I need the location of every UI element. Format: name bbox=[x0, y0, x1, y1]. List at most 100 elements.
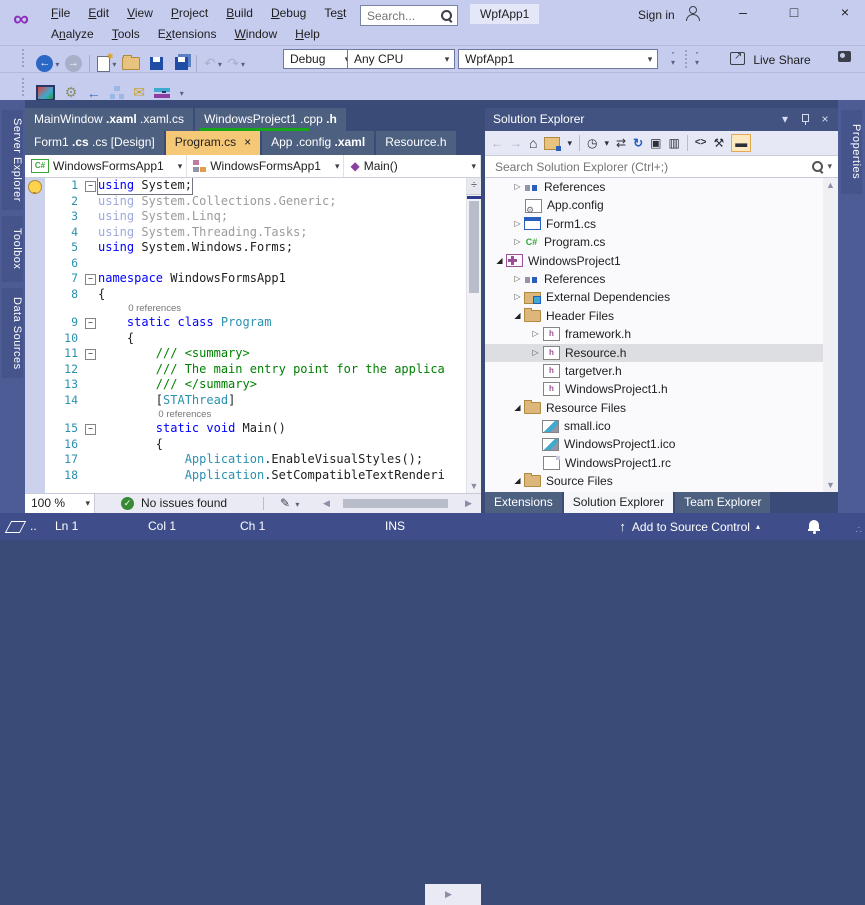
fold-toggle-icon[interactable]: − bbox=[85, 349, 96, 360]
tree-item-program-cs[interactable]: ▷ C# Program.cs bbox=[485, 233, 838, 251]
code-line[interactable]: 18 Application.SetCompatibleTextRenderi bbox=[45, 468, 466, 484]
tree-item-references[interactable]: ▷ References bbox=[485, 178, 838, 196]
class-diagram-button[interactable] bbox=[109, 86, 124, 100]
editor-hscroll-stub[interactable]: ▶ bbox=[425, 884, 481, 905]
scroll-up-icon[interactable]: ▲ bbox=[823, 180, 838, 190]
menu-project[interactable]: Project bbox=[162, 3, 217, 23]
chevron-down-icon[interactable]: ▾ bbox=[567, 135, 572, 151]
pane-options-icon[interactable]: ▾ bbox=[776, 108, 794, 131]
tool-tab-server-explorer[interactable]: Server Explorer bbox=[2, 110, 23, 210]
status-ch-1[interactable]: Ch 1 bbox=[240, 513, 265, 540]
tree-item-windowsproject1-ico[interactable]: WindowsProject1.ico bbox=[485, 435, 838, 453]
status-ins[interactable]: INS bbox=[385, 513, 405, 540]
horizontal-scrollbar-thumb[interactable] bbox=[343, 499, 448, 508]
pane-close-icon[interactable]: × bbox=[816, 108, 834, 131]
close-tab-icon[interactable]: × bbox=[244, 135, 251, 149]
vertical-scrollbar[interactable]: ÷ ▼ bbox=[466, 178, 481, 493]
tree-item-external-dependencies[interactable]: ▷ External Dependencies bbox=[485, 288, 838, 306]
code-line[interactable]: 14 [STAThread] bbox=[45, 393, 466, 409]
collapsed-arrow-icon[interactable]: ▷ bbox=[511, 270, 524, 288]
notifications-bell-icon[interactable] bbox=[808, 520, 820, 534]
code-line[interactable]: 3 using System.Linq; bbox=[45, 209, 466, 225]
tree-item-source-files[interactable]: ◢ Source Files bbox=[485, 472, 838, 490]
code-line[interactable]: 2 using System.Collections.Generic; bbox=[45, 194, 466, 210]
doc-tab-windowsproject1-cpp-h[interactable]: WindowsProject1 .cpp .h bbox=[195, 108, 346, 131]
tree-item-header-files[interactable]: ◢ Header Files bbox=[485, 307, 838, 325]
tree-item-targetver-h[interactable]: h targetver.h bbox=[485, 362, 838, 380]
code-line[interactable]: 17 Application.EnableVisualStyles(); bbox=[45, 452, 466, 468]
home-icon[interactable]: ⌂ bbox=[529, 135, 537, 151]
status-overflow[interactable]: .. bbox=[30, 513, 37, 540]
toolbar-dropdown-icon[interactable]: ▾ bbox=[178, 89, 186, 98]
tree-item-resource-h[interactable]: ▷ h Resource.h bbox=[485, 343, 838, 362]
refresh-icon[interactable]: ↻ bbox=[633, 135, 643, 151]
lightbulb-icon[interactable] bbox=[28, 180, 42, 194]
new-file-button[interactable] bbox=[97, 52, 113, 72]
menu-file[interactable]: File bbox=[42, 3, 79, 23]
tree-item-framework-h[interactable]: ▷ h framework.h bbox=[485, 325, 838, 343]
menu-analyze[interactable]: Analyze bbox=[42, 24, 103, 44]
menu-help[interactable]: Help bbox=[286, 24, 329, 44]
code-editor[interactable]: 1− using System; 2 using System.Collections… bbox=[25, 178, 481, 493]
code-cleanup-button[interactable]: ✎ ▾ bbox=[280, 494, 301, 514]
close-button[interactable]: × bbox=[828, 0, 862, 24]
sync-with-active-document-icon[interactable]: ⇄ bbox=[616, 135, 626, 151]
breadcrumb-main[interactable]: ◆ Main() ▾ bbox=[344, 155, 481, 177]
live-share-button[interactable]: Live Share bbox=[730, 47, 811, 70]
scroll-left-icon[interactable]: ◀ bbox=[323, 494, 330, 513]
properties-icon[interactable]: ⚒ bbox=[714, 135, 725, 151]
fold-toggle-icon[interactable]: − bbox=[85, 274, 96, 285]
code-line[interactable]: 15− static void Main() bbox=[45, 421, 466, 437]
toolbar-overflow-button[interactable]: '' ▾ bbox=[666, 52, 680, 67]
save-button[interactable] bbox=[150, 57, 164, 71]
window-tab-solution-explorer[interactable]: Solution Explorer bbox=[563, 492, 674, 513]
fold-toggle-icon[interactable]: − bbox=[85, 424, 96, 435]
display-settings-button[interactable] bbox=[36, 84, 56, 101]
tree-item-app-config[interactable]: App.config bbox=[485, 196, 838, 219]
code-line[interactable]: 12 /// The main entry point for the appl… bbox=[45, 362, 466, 378]
window-tab-team-explorer[interactable]: Team Explorer bbox=[675, 492, 771, 513]
splitter-handle-icon[interactable]: ÷ bbox=[467, 178, 481, 195]
doc-tab-program-cs[interactable]: Program.cs × bbox=[165, 131, 261, 155]
tree-item-small-ico[interactable]: small.ico bbox=[485, 417, 838, 435]
code-line[interactable]: 10 { bbox=[45, 331, 466, 347]
resize-grip[interactable]: ∴ bbox=[856, 525, 863, 536]
task-list-button[interactable] bbox=[154, 86, 171, 99]
doc-tab-app-config-xaml[interactable]: App .config .xaml bbox=[262, 131, 375, 155]
navigate-back-dropdown-icon[interactable]: ▾ bbox=[53, 60, 61, 69]
tool-tab-toolbox[interactable]: Toolbox bbox=[2, 216, 23, 282]
doc-tab-mainwindow-xaml-xaml-cs[interactable]: MainWindow .xaml .xaml.cs bbox=[25, 108, 194, 131]
chevron-down-icon[interactable]: ▾ bbox=[827, 161, 832, 172]
tree-item-windowsproject1-h[interactable]: h WindowsProject1.h bbox=[485, 380, 838, 398]
toolbar-grip[interactable] bbox=[22, 78, 29, 96]
navigate-back-button[interactable]: ← bbox=[36, 55, 54, 73]
code-line[interactable]: 6 bbox=[45, 256, 466, 272]
chevron-down-icon[interactable]: ▾ bbox=[164, 161, 183, 172]
status-ln-1[interactable]: Ln 1 bbox=[55, 513, 78, 540]
menu-test[interactable]: Test bbox=[315, 3, 355, 23]
expanded-arrow-icon[interactable]: ◢ bbox=[511, 472, 524, 490]
minimize-button[interactable]: – bbox=[726, 0, 760, 24]
pin-icon[interactable] bbox=[796, 108, 814, 131]
menu-view[interactable]: View bbox=[118, 3, 162, 23]
search-icon[interactable] bbox=[812, 161, 824, 172]
open-file-button[interactable] bbox=[121, 55, 140, 71]
expanded-arrow-icon[interactable]: ◢ bbox=[511, 399, 524, 417]
show-all-files-icon[interactable]: ▥ bbox=[668, 135, 679, 151]
quick-search-box[interactable] bbox=[360, 5, 458, 26]
scroll-down-icon[interactable]: ▼ bbox=[467, 481, 481, 491]
tree-item-windowsproject1[interactable]: ◢ WindowsProject1 bbox=[485, 252, 838, 270]
tree-item-resource-files[interactable]: ◢ Resource Files bbox=[485, 399, 838, 417]
startup-project-combo[interactable]: ▾ WpfApp1 bbox=[458, 49, 658, 69]
code-line[interactable]: 13 /// </summary> bbox=[45, 377, 466, 393]
vertical-scrollbar-thumb[interactable] bbox=[469, 201, 479, 293]
collapsed-arrow-icon[interactable]: ▷ bbox=[511, 215, 524, 233]
collapsed-arrow-icon[interactable]: ▷ bbox=[529, 344, 542, 362]
health-status-text[interactable]: No issues found bbox=[141, 494, 227, 513]
code-line[interactable]: 9− static class Program bbox=[45, 315, 466, 331]
switch-views-icon[interactable] bbox=[544, 136, 562, 151]
solution-configuration-combo[interactable]: ▾ Debug bbox=[283, 49, 355, 69]
menu-extensions[interactable]: Extensions bbox=[149, 24, 226, 44]
tool-tab-data-sources[interactable]: Data Sources bbox=[2, 288, 23, 378]
scroll-right-icon[interactable]: ▶ bbox=[465, 494, 472, 513]
